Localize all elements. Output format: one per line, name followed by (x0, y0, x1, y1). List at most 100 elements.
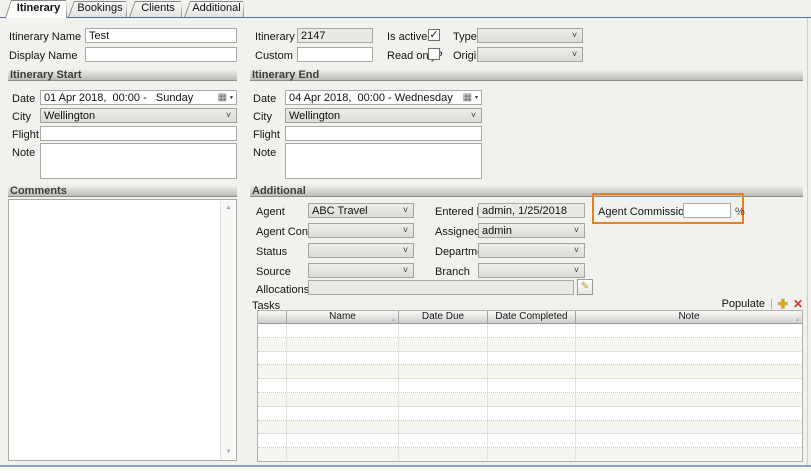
table-cell (488, 421, 576, 434)
end-note-label: Note (253, 147, 276, 159)
source-select[interactable]: ˅ (308, 263, 414, 278)
table-cell (399, 393, 488, 406)
end-date-picker-button[interactable]: ▦ ▼ (459, 91, 481, 104)
end-date-input[interactable] (286, 92, 459, 104)
table-cell (287, 421, 399, 434)
chevron-down-icon: ˅ (466, 109, 481, 122)
end-flight-input[interactable] (285, 126, 482, 141)
table-cell (576, 324, 802, 337)
scroll-down-icon[interactable]: ▼ (221, 445, 236, 459)
start-flight-input[interactable] (40, 126, 237, 141)
chevron-down-icon: ˅ (398, 264, 413, 277)
tasks-column-header[interactable]: Note▲ (576, 311, 802, 323)
allocations-edit-button[interactable]: ✎ (577, 279, 593, 295)
window-bottom-strip (0, 467, 811, 473)
tasks-column-header[interactable]: Name▲ (287, 311, 399, 323)
custom-id-input[interactable] (297, 47, 373, 62)
table-cell (287, 324, 399, 337)
tab-additional[interactable]: Additional (184, 1, 244, 17)
table-cell (399, 421, 488, 434)
table-row[interactable] (258, 421, 802, 435)
itinerary-id-field[interactable] (297, 28, 373, 43)
tab-label: Bookings (68, 1, 127, 16)
percent-suffix: % (735, 206, 745, 218)
table-cell (287, 393, 399, 406)
end-city-select[interactable]: Wellington ˅ (285, 108, 482, 123)
start-city-select[interactable]: Wellington ˅ (40, 108, 237, 123)
entered-by-field[interactable] (478, 203, 585, 218)
chevron-down-icon: ˅ (567, 29, 582, 42)
tasks-body (258, 324, 802, 461)
table-cell (488, 365, 576, 378)
window-right-border (807, 18, 808, 465)
comments-scrollbar[interactable]: ▲ ▼ (220, 201, 235, 459)
tasks-column-header[interactable]: Date Due (399, 311, 488, 323)
table-cell (488, 352, 576, 365)
agent-select[interactable]: ABC Travel ˅ (308, 203, 414, 218)
display-name-input[interactable] (85, 47, 237, 62)
table-cell (399, 352, 488, 365)
chevron-down-icon: ˅ (569, 244, 584, 257)
allocations-input[interactable] (308, 280, 574, 295)
comments-header: Comments (8, 185, 237, 197)
start-note-textarea[interactable] (40, 143, 237, 179)
type-select[interactable]: ˅ (477, 28, 583, 43)
agent-commission-input[interactable] (683, 203, 731, 218)
tab-label: Itinerary (5, 0, 67, 17)
table-row[interactable] (258, 434, 802, 448)
table-cell (488, 324, 576, 337)
start-date-input[interactable] (41, 92, 214, 104)
populate-link[interactable]: Populate (722, 298, 765, 310)
add-task-plus-icon[interactable]: ✚ (778, 298, 788, 310)
table-cell (488, 338, 576, 351)
itinerary-name-input[interactable] (85, 28, 237, 43)
calendar-icon: ▦ (218, 93, 227, 103)
table-cell (287, 434, 399, 447)
end-date-label: Date (253, 93, 276, 105)
chevron-down-icon: ˅ (398, 224, 413, 237)
table-cell (399, 448, 488, 461)
calendar-icon: ▦ (463, 93, 472, 103)
branch-select[interactable]: ˅ (478, 263, 585, 278)
status-label: Status (256, 246, 287, 258)
tab-clients[interactable]: Clients (129, 1, 182, 17)
is-active-checkbox[interactable]: ✓ (428, 29, 440, 41)
table-row[interactable] (258, 324, 802, 338)
table-cell (287, 365, 399, 378)
assigned-to-select[interactable]: admin ˅ (478, 223, 585, 238)
sort-asc-icon: ▲ (795, 314, 800, 323)
read-only-checkbox[interactable] (428, 48, 440, 60)
tasks-table: Name▲Date DueDate CompletedNote▲ (257, 310, 803, 462)
department-select[interactable]: ˅ (478, 243, 585, 258)
status-select[interactable]: ˅ (308, 243, 414, 258)
table-row[interactable] (258, 352, 802, 366)
delete-task-x-icon[interactable]: ✕ (793, 298, 803, 310)
agent-contact-select[interactable]: ˅ (308, 223, 414, 238)
comments-textarea[interactable]: ▲ ▼ (8, 199, 237, 461)
end-date-editor[interactable]: ▦ ▼ (285, 90, 482, 105)
table-row[interactable] (258, 365, 802, 379)
table-row[interactable] (258, 407, 802, 421)
table-cell (258, 448, 287, 461)
table-cell (258, 434, 287, 447)
table-row[interactable] (258, 379, 802, 393)
tasks-column-header[interactable] (258, 311, 287, 323)
end-city-label: City (253, 111, 272, 123)
column-header-label: Name (329, 311, 356, 322)
table-cell (287, 352, 399, 365)
tab-itinerary[interactable]: Itinerary (5, 0, 67, 18)
tab-bookings[interactable]: Bookings (68, 1, 127, 17)
end-note-textarea[interactable] (285, 143, 482, 179)
agent-commission-label: Agent Commission (598, 206, 690, 218)
table-cell (488, 407, 576, 420)
end-flight-label: Flight (253, 129, 280, 141)
table-row[interactable] (258, 393, 802, 407)
table-row[interactable] (258, 448, 802, 461)
table-cell (399, 338, 488, 351)
start-date-editor[interactable]: ▦ ▼ (40, 90, 237, 105)
origin-select[interactable]: ˅ (477, 47, 583, 62)
start-date-picker-button[interactable]: ▦ ▼ (214, 91, 236, 104)
scroll-up-icon[interactable]: ▲ (221, 201, 236, 215)
table-row[interactable] (258, 338, 802, 352)
tasks-column-header[interactable]: Date Completed (488, 311, 576, 323)
